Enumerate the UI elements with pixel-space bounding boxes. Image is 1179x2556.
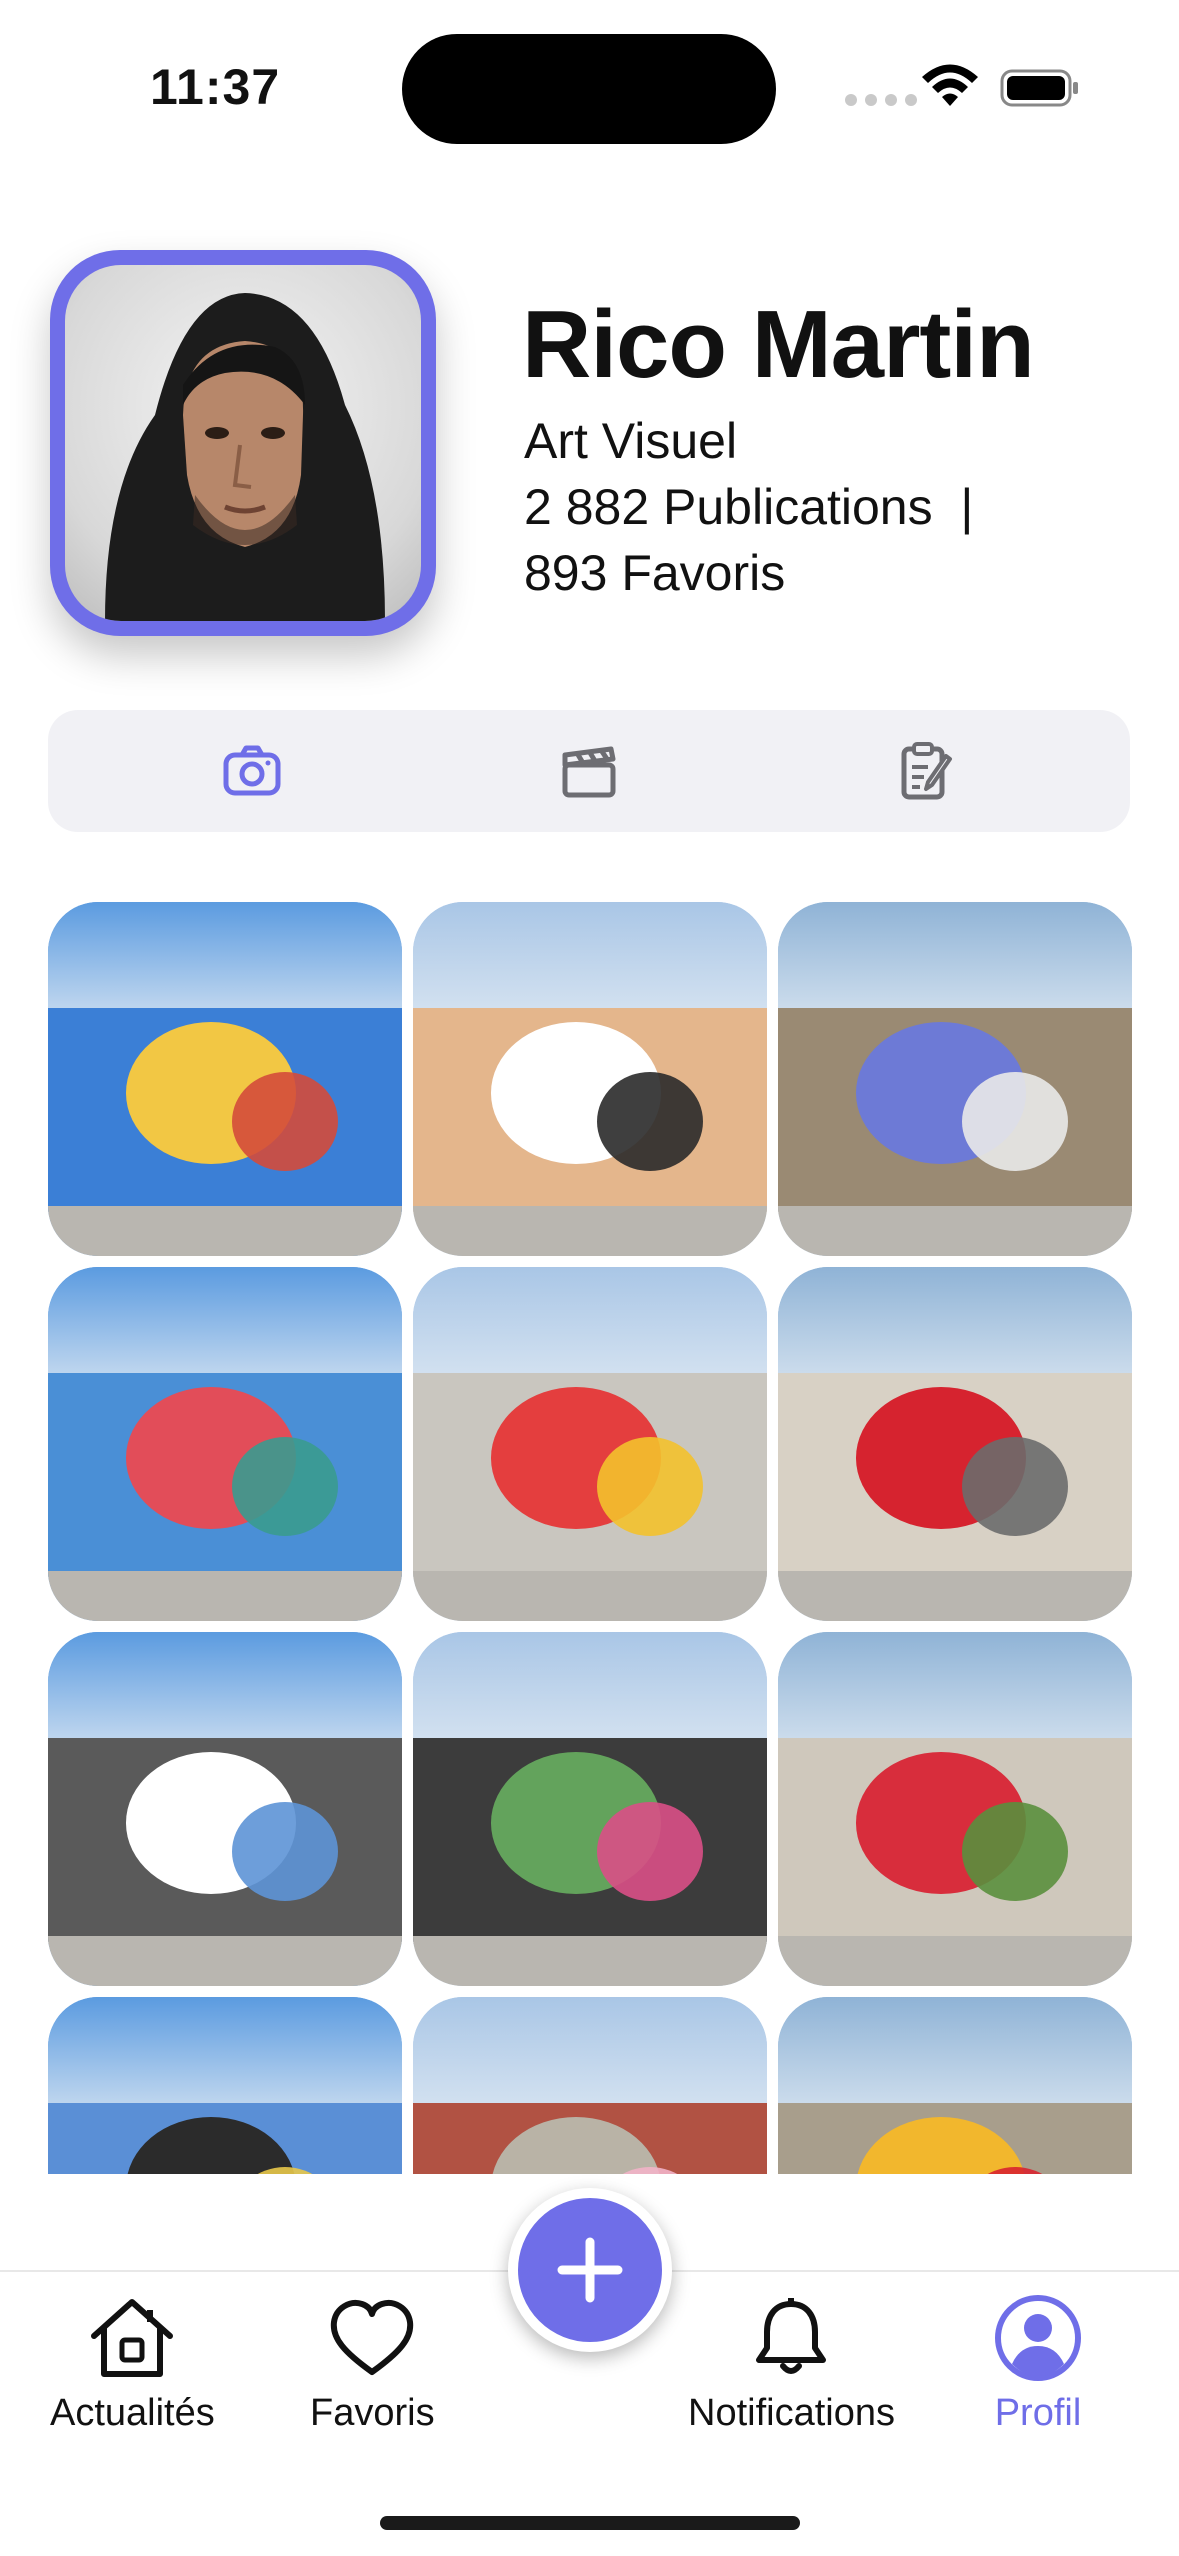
photo-tile[interactable] xyxy=(413,1997,767,2174)
dynamic-island xyxy=(402,34,776,144)
photo-tile[interactable] xyxy=(413,902,767,1256)
photo-tile[interactable] xyxy=(778,1632,1132,1986)
profile-favorites-count: 893 Favoris xyxy=(524,545,786,601)
tab-videos[interactable] xyxy=(489,710,689,832)
cellular-signal-icon xyxy=(845,94,917,106)
photo-tile[interactable] xyxy=(413,1267,767,1621)
profile-avatar-frame[interactable] xyxy=(50,250,436,636)
tab-photos[interactable] xyxy=(152,710,352,832)
profile-icon xyxy=(995,2295,1081,2381)
nav-item-favorites[interactable]: Favoris xyxy=(310,2290,435,2435)
home-indicator xyxy=(380,2516,800,2530)
battery-icon xyxy=(1000,69,1078,107)
photo-tile[interactable] xyxy=(48,1267,402,1621)
heart-icon xyxy=(331,2300,414,2375)
clapperboard-icon xyxy=(562,746,616,798)
profile-category: Art Visuel xyxy=(524,413,738,469)
plus-icon xyxy=(557,2237,623,2303)
camera-icon xyxy=(223,745,281,796)
nav-label-favorites: Favoris xyxy=(310,2392,435,2434)
photo-tile[interactable] xyxy=(48,1997,402,2174)
photo-tile[interactable] xyxy=(48,1632,402,1986)
content-type-tabs xyxy=(48,710,1130,832)
profile-publications-count: 2 882 Publications | xyxy=(524,479,974,535)
photo-grid xyxy=(48,902,1132,2174)
profile-name: Rico Martin xyxy=(522,291,1035,398)
clipboard-edit-icon xyxy=(901,742,952,800)
add-post-button[interactable] xyxy=(508,2188,672,2352)
avatar xyxy=(65,265,421,621)
photo-tile[interactable] xyxy=(48,902,402,1256)
nav-label-profile: Profil xyxy=(994,2392,1082,2434)
status-bar: 11:37 xyxy=(0,0,1179,170)
nav-item-news[interactable]: Actualités xyxy=(50,2290,215,2435)
nav-label-notifications: Notifications xyxy=(688,2392,895,2434)
tab-notes[interactable] xyxy=(826,710,1026,832)
home-icon xyxy=(91,2299,174,2377)
photo-tile[interactable] xyxy=(413,1632,767,1986)
avatar-portrait xyxy=(105,293,385,621)
photo-tile[interactable] xyxy=(778,1997,1132,2174)
status-time: 11:37 xyxy=(150,59,281,115)
nav-label-news: Actualités xyxy=(50,2392,215,2434)
photo-tile[interactable] xyxy=(778,902,1132,1256)
wifi-icon xyxy=(922,64,978,106)
nav-item-notifications[interactable]: Notifications xyxy=(688,2290,895,2435)
photo-tile[interactable] xyxy=(778,1267,1132,1621)
nav-item-profile[interactable]: Profil xyxy=(990,2290,1086,2435)
bell-icon xyxy=(756,2298,827,2374)
